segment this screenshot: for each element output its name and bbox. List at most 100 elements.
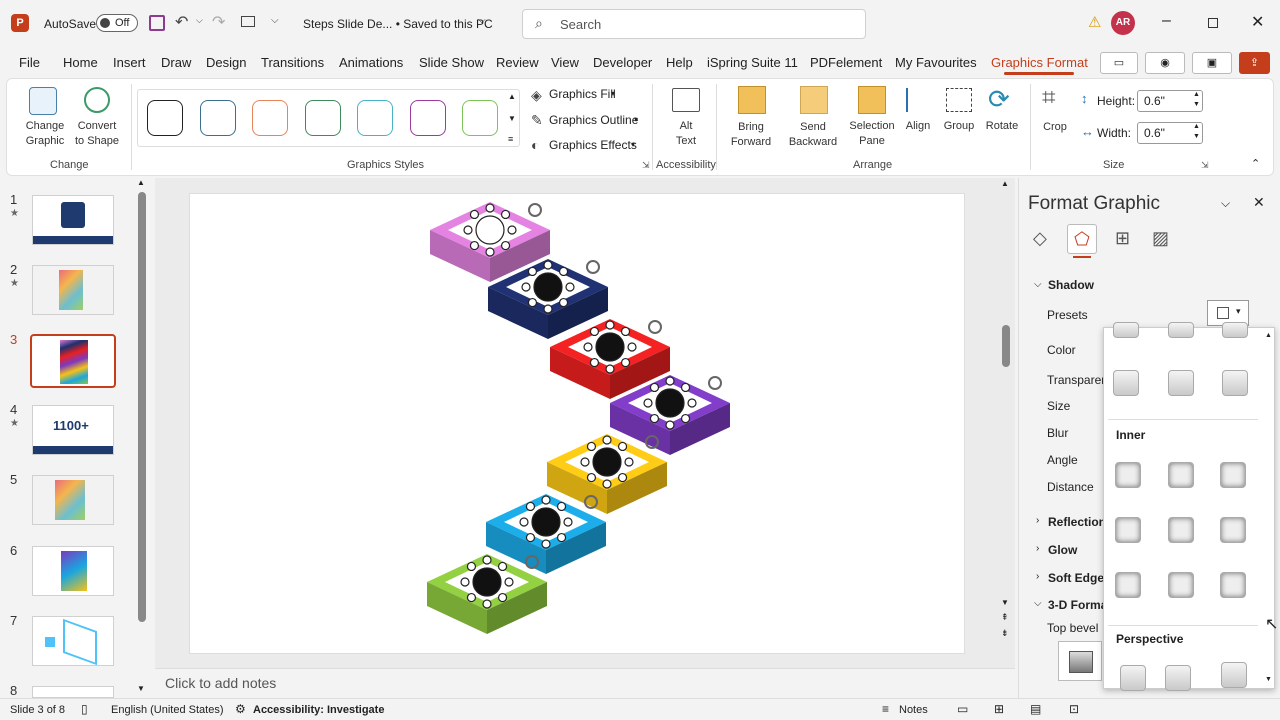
- selection-handle[interactable]: [507, 225, 517, 235]
- glow-section[interactable]: Glow: [1048, 543, 1077, 557]
- shadow-preset-inner[interactable]: [1115, 517, 1141, 543]
- reflection-section[interactable]: Reflection: [1048, 515, 1106, 529]
- step-icon[interactable]: [531, 507, 561, 537]
- language[interactable]: English (United States): [111, 704, 224, 716]
- shadow-preset-perspective[interactable]: [1221, 662, 1247, 688]
- search-input[interactable]: Search: [560, 17, 601, 32]
- selection-handle[interactable]: [680, 413, 691, 424]
- step-icon[interactable]: [655, 388, 685, 418]
- selection-handle[interactable]: [617, 472, 628, 483]
- comments-button[interactable]: ▭: [1100, 52, 1138, 74]
- accessibility-icon[interactable]: ⚙: [235, 702, 246, 716]
- menu-file[interactable]: File: [19, 55, 40, 70]
- step-icon[interactable]: [592, 447, 622, 477]
- undo-dropdown-icon[interactable]: ⌵: [196, 15, 203, 26]
- selection-handle[interactable]: [504, 577, 514, 587]
- menu-my-favourites[interactable]: My Favourites: [895, 55, 977, 70]
- selection-handle[interactable]: [665, 420, 675, 430]
- document-title[interactable]: Steps Slide De... • Saved to this PC: [303, 17, 493, 31]
- rotate-handle-icon[interactable]: [586, 260, 600, 274]
- slideshow-view-icon[interactable]: ⊡: [1069, 702, 1079, 716]
- selection-handle[interactable]: [649, 382, 660, 393]
- shadow-preset-outer[interactable]: [1222, 322, 1248, 338]
- canvas-scrollbar[interactable]: [1002, 325, 1010, 367]
- selection-handle[interactable]: [541, 495, 551, 505]
- share-button[interactable]: ⇪: [1239, 52, 1270, 74]
- fill-line-icon[interactable]: ◇: [1033, 228, 1047, 249]
- menu-ispring[interactable]: iSpring Suite 11: [707, 55, 798, 70]
- selection-handle[interactable]: [586, 472, 597, 483]
- selection-handle[interactable]: [602, 435, 612, 445]
- menu-view[interactable]: View: [551, 55, 579, 70]
- selection-handle[interactable]: [602, 479, 612, 489]
- canvas-scroll-up-icon[interactable]: ▲: [1001, 179, 1009, 188]
- shadow-preset-inner[interactable]: [1220, 517, 1246, 543]
- shadow-preset-outer[interactable]: [1168, 322, 1194, 338]
- selection-handle[interactable]: [543, 304, 553, 314]
- shadow-section[interactable]: Shadow: [1048, 278, 1094, 292]
- group-button[interactable]: Group: [940, 119, 978, 134]
- dropdown-scroll-down-icon[interactable]: ▼: [1265, 676, 1272, 683]
- warning-icon[interactable]: ⚠: [1088, 13, 1101, 31]
- size-properties-icon[interactable]: ⊞: [1115, 228, 1130, 249]
- menu-home[interactable]: Home: [63, 55, 98, 70]
- pane-options-icon[interactable]: ⌵: [1221, 196, 1230, 211]
- soft-edges-section[interactable]: Soft Edges: [1048, 571, 1111, 585]
- menu-design[interactable]: Design: [206, 55, 246, 70]
- size-launcher-icon[interactable]: ⇲: [1201, 160, 1209, 171]
- three-d-format-section[interactable]: 3-D Forma: [1048, 598, 1107, 612]
- top-bevel-button[interactable]: [1058, 641, 1102, 681]
- selection-handle[interactable]: [620, 326, 631, 337]
- selection-handle[interactable]: [543, 260, 553, 270]
- shadow-preset-outer[interactable]: [1168, 370, 1194, 396]
- menu-developer[interactable]: Developer: [593, 55, 652, 70]
- shadow-preset-outer[interactable]: [1113, 322, 1139, 338]
- selection-handle[interactable]: [485, 203, 495, 213]
- close-icon[interactable]: ✕: [1251, 12, 1264, 32]
- graphics-outline-button[interactable]: Graphics Outline: [549, 113, 638, 127]
- dropdown-scroll-up-icon[interactable]: ▲: [1265, 332, 1272, 339]
- shadow-preset-inner[interactable]: [1168, 462, 1194, 488]
- undo-icon[interactable]: ↶: [175, 12, 188, 32]
- three-d-chevron-icon[interactable]: ⌵: [1034, 598, 1042, 609]
- notes-button[interactable]: Notes: [899, 704, 928, 716]
- restore-icon[interactable]: [1208, 18, 1218, 28]
- save-icon[interactable]: [149, 15, 165, 31]
- selection-handle[interactable]: [665, 376, 675, 386]
- minimize-icon[interactable]: –: [1162, 12, 1171, 30]
- shadow-preset-outer[interactable]: [1222, 370, 1248, 396]
- selection-handle[interactable]: [558, 266, 569, 277]
- align-button[interactable]: Align: [902, 119, 934, 134]
- selection-handle[interactable]: [558, 297, 569, 308]
- graphics-fill-button[interactable]: Graphics Fill: [549, 87, 616, 101]
- selection-handle[interactable]: [556, 532, 567, 543]
- effects-tab-icon[interactable]: ⬠: [1067, 224, 1097, 254]
- shadow-chevron-icon[interactable]: ⌵: [1034, 279, 1042, 290]
- style-swatch[interactable]: [252, 100, 288, 136]
- menu-slide-show[interactable]: Slide Show: [419, 55, 484, 70]
- crop-button[interactable]: Crop: [1038, 120, 1072, 135]
- selection-handle[interactable]: [620, 357, 631, 368]
- outline-dropdown-icon[interactable]: ▾: [634, 115, 638, 124]
- picture-icon[interactable]: ▨: [1152, 228, 1169, 249]
- spelling-icon[interactable]: ▯: [81, 702, 88, 716]
- graphics-effects-button[interactable]: Graphics Effects: [549, 138, 637, 152]
- slide-panel-scrollbar[interactable]: [138, 192, 146, 622]
- shadow-preset-inner[interactable]: [1115, 462, 1141, 488]
- menu-draw[interactable]: Draw: [161, 55, 191, 70]
- selection-handle[interactable]: [500, 209, 511, 220]
- dialog-launcher-icon[interactable]: ⇲: [642, 160, 650, 171]
- change-graphic-button[interactable]: Change Graphic: [19, 119, 71, 149]
- selection-handle[interactable]: [586, 441, 597, 452]
- selection-handle[interactable]: [497, 592, 508, 603]
- selection-handle[interactable]: [497, 561, 508, 572]
- style-swatch[interactable]: [305, 100, 341, 136]
- selection-handle[interactable]: [556, 501, 567, 512]
- slide-thumbnail-5[interactable]: [32, 475, 114, 525]
- shadow-preset-perspective[interactable]: [1165, 665, 1191, 691]
- rotate-handle-icon[interactable]: [708, 376, 722, 390]
- menu-help[interactable]: Help: [666, 55, 693, 70]
- convert-to-shape-button[interactable]: Convert to Shape: [73, 119, 121, 149]
- rotate-handle-icon[interactable]: [528, 203, 542, 217]
- menu-pdfelement[interactable]: PDFelement: [810, 55, 882, 70]
